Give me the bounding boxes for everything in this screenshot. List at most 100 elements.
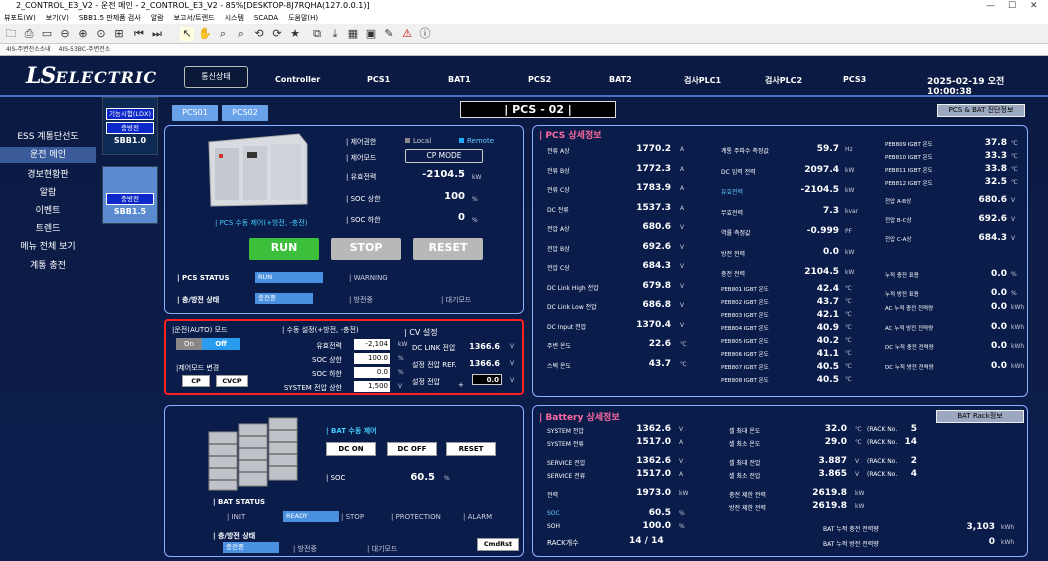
tab-pcs02[interactable]: PCS02 xyxy=(222,105,268,121)
menu-grid-charge[interactable]: 계통 충전 xyxy=(0,258,96,274)
pcs-detail-label: 전류 B상 xyxy=(547,167,570,175)
last-icon[interactable]: ⏭ xyxy=(150,27,164,41)
bat-detail-unit: A xyxy=(679,439,684,446)
menu-report[interactable]: 보고서/트렌드 xyxy=(174,12,215,24)
pcs-detail-value: -0.999 xyxy=(806,226,839,236)
refresh-icon[interactable]: ⟳ xyxy=(270,27,284,41)
power-label: | 유효전력 xyxy=(346,173,377,181)
auto-off-button[interactable]: Off xyxy=(202,338,240,350)
bat-detail-unit: % xyxy=(679,510,685,517)
first-icon[interactable]: ⏮ xyxy=(132,27,146,41)
menu-inspect[interactable]: SBB1.5 판제품 검사 xyxy=(79,12,141,24)
bat-detail-unit: ℃ xyxy=(855,439,862,446)
menu-alarm[interactable]: 알람 xyxy=(151,12,164,24)
cvcp-button[interactable]: CVCP xyxy=(216,375,248,387)
menu-view[interactable]: 보기(V) xyxy=(46,12,69,24)
info-icon[interactable]: ⓘ xyxy=(418,27,432,41)
cv-row-field[interactable]: 0.0 xyxy=(472,374,502,385)
pcs-detail-unit: ℃ xyxy=(1011,179,1018,186)
bat-reset-button[interactable]: RESET xyxy=(446,442,496,456)
pcs-detail-value: 692.6 xyxy=(642,241,671,252)
doc-tab-2[interactable]: 4IS-53BC-주변전소 xyxy=(59,44,111,56)
bat-detail-value: 3.865 xyxy=(818,469,847,479)
screen-icon[interactable]: ▣ xyxy=(364,27,378,41)
grid-icon[interactable]: ▦ xyxy=(346,27,360,41)
menu-trend[interactable]: 트렌드 xyxy=(0,221,96,237)
doc-tab-1[interactable]: 4IS-주변전소소내 xyxy=(6,44,51,56)
sbb-1-5[interactable]: 충방전 SBB1.5 xyxy=(102,166,158,224)
magnify-icon[interactable]: ⌕ xyxy=(216,27,230,41)
star-icon[interactable]: ★ xyxy=(288,27,302,41)
reset-button[interactable]: RESET xyxy=(413,238,483,260)
auto-row-field[interactable]: -2,104 xyxy=(354,339,390,350)
copy-icon[interactable]: ⧉ xyxy=(310,27,324,41)
folder-icon[interactable]: 🗀 xyxy=(4,27,18,41)
cp-button[interactable]: CP xyxy=(182,375,210,387)
menu-scada[interactable]: SCADA xyxy=(254,12,278,24)
select-icon[interactable]: ⊞ xyxy=(112,27,126,41)
auto-on-button[interactable]: On xyxy=(176,338,202,350)
nav-pcs1[interactable]: PCS1 xyxy=(367,75,390,84)
rotate-icon[interactable]: ⟲ xyxy=(252,27,266,41)
pcs-detail-value: 680.6 xyxy=(642,222,671,232)
menu-operation-main[interactable]: 운전 메인 xyxy=(0,147,96,163)
pcs-detail-unit: kWh xyxy=(1011,362,1025,370)
nav-bat2[interactable]: BAT2 xyxy=(609,75,632,84)
soc-lo-value: 0 xyxy=(458,212,465,223)
igbt-unit: ℃ xyxy=(845,350,852,357)
menu-event[interactable]: 이벤트 xyxy=(0,203,96,219)
igbt-value: 41.1 xyxy=(816,349,839,359)
zoom-fit-icon[interactable]: ⊙ xyxy=(94,27,108,41)
sbb-1-0[interactable]: 기능시험(LDX) 충방전 SBB1.0 xyxy=(102,97,158,155)
window-icon[interactable]: ▭ xyxy=(40,27,54,41)
menu-all[interactable]: 메뉴 전체 보기 xyxy=(0,239,96,255)
auto-row-field[interactable]: 1,500 xyxy=(354,381,390,392)
minimize-button[interactable]: — xyxy=(986,0,995,12)
alarm-icon[interactable]: ⚠ xyxy=(400,27,414,41)
bat-detail-label: 셀 최대 온도 xyxy=(729,428,761,435)
menu-help[interactable]: 도움말(H) xyxy=(288,12,318,24)
maximize-button[interactable]: ☐ xyxy=(1008,0,1016,12)
nav-plc2[interactable]: 검사PLC2 xyxy=(765,75,802,86)
sbb-1-0-name: SBB1.0 xyxy=(113,136,147,145)
zoom-out-icon[interactable]: ⊖ xyxy=(58,27,72,41)
bat-detail-unit: ℃ xyxy=(855,426,862,433)
pointer-icon[interactable]: ↖ xyxy=(180,27,194,41)
nav-pcs3[interactable]: PCS3 xyxy=(843,75,866,84)
edit-icon[interactable]: ✎ xyxy=(382,27,396,41)
diag-info-button[interactable]: PCS & BAT 진단정보 xyxy=(937,104,1025,117)
bat-detail-label: SYSTEM 전류 xyxy=(547,441,584,448)
bat-rack-info-button[interactable]: BAT Rack정보 xyxy=(936,410,1024,423)
download-icon[interactable]: ⤓ xyxy=(328,27,342,41)
hand-icon[interactable]: ✋ xyxy=(198,27,212,41)
auto-row-unit: % xyxy=(398,369,404,376)
stop-button[interactable]: STOP xyxy=(331,238,401,260)
pcs-detail-unit: V xyxy=(680,321,685,329)
pcs-detail-unit: A xyxy=(680,165,685,173)
auto-row-field[interactable]: 100.0 xyxy=(354,353,390,364)
pcs-detail-unit: A xyxy=(680,204,685,212)
auto-row-field[interactable]: 0.0 xyxy=(354,367,390,378)
nav-controller[interactable]: Controller xyxy=(275,75,320,84)
menu-alarm[interactable]: 알람 xyxy=(0,185,96,201)
zoom-in-icon[interactable]: ⊕ xyxy=(76,27,90,41)
menu-viewport[interactable]: 뷰포트(W) xyxy=(4,12,36,24)
menu-system[interactable]: 시스템 xyxy=(225,12,244,24)
menu-alarm-board[interactable]: 경보현황판 xyxy=(0,167,96,183)
pcs-detail-value: 680.6 xyxy=(978,195,1007,205)
run-button[interactable]: RUN xyxy=(249,238,319,260)
tab-pcs01[interactable]: PCS01 xyxy=(172,105,218,121)
dc-on-button[interactable]: DC ON xyxy=(326,442,376,456)
nav-plc1[interactable]: 검사PLC1 xyxy=(684,75,721,86)
magnify-minus-icon[interactable]: ⌕ xyxy=(234,27,248,41)
menu-ess-diagram[interactable]: ESS 계통단선도 xyxy=(0,129,96,145)
nav-pcs2[interactable]: PCS2 xyxy=(528,75,551,84)
nav-comm-status[interactable]: 통신상태 xyxy=(184,66,248,88)
bat-cd-idle: | 대기모드 xyxy=(367,545,398,553)
cmdrst-button[interactable]: CmdRst xyxy=(477,538,519,551)
sbb-1-5-badge-cd: 충방전 xyxy=(106,193,154,205)
dc-off-button[interactable]: DC OFF xyxy=(387,442,437,456)
print-icon[interactable]: ⎙ xyxy=(22,27,36,41)
close-button[interactable]: ✕ xyxy=(1030,0,1038,12)
nav-bat1[interactable]: BAT1 xyxy=(448,75,471,84)
